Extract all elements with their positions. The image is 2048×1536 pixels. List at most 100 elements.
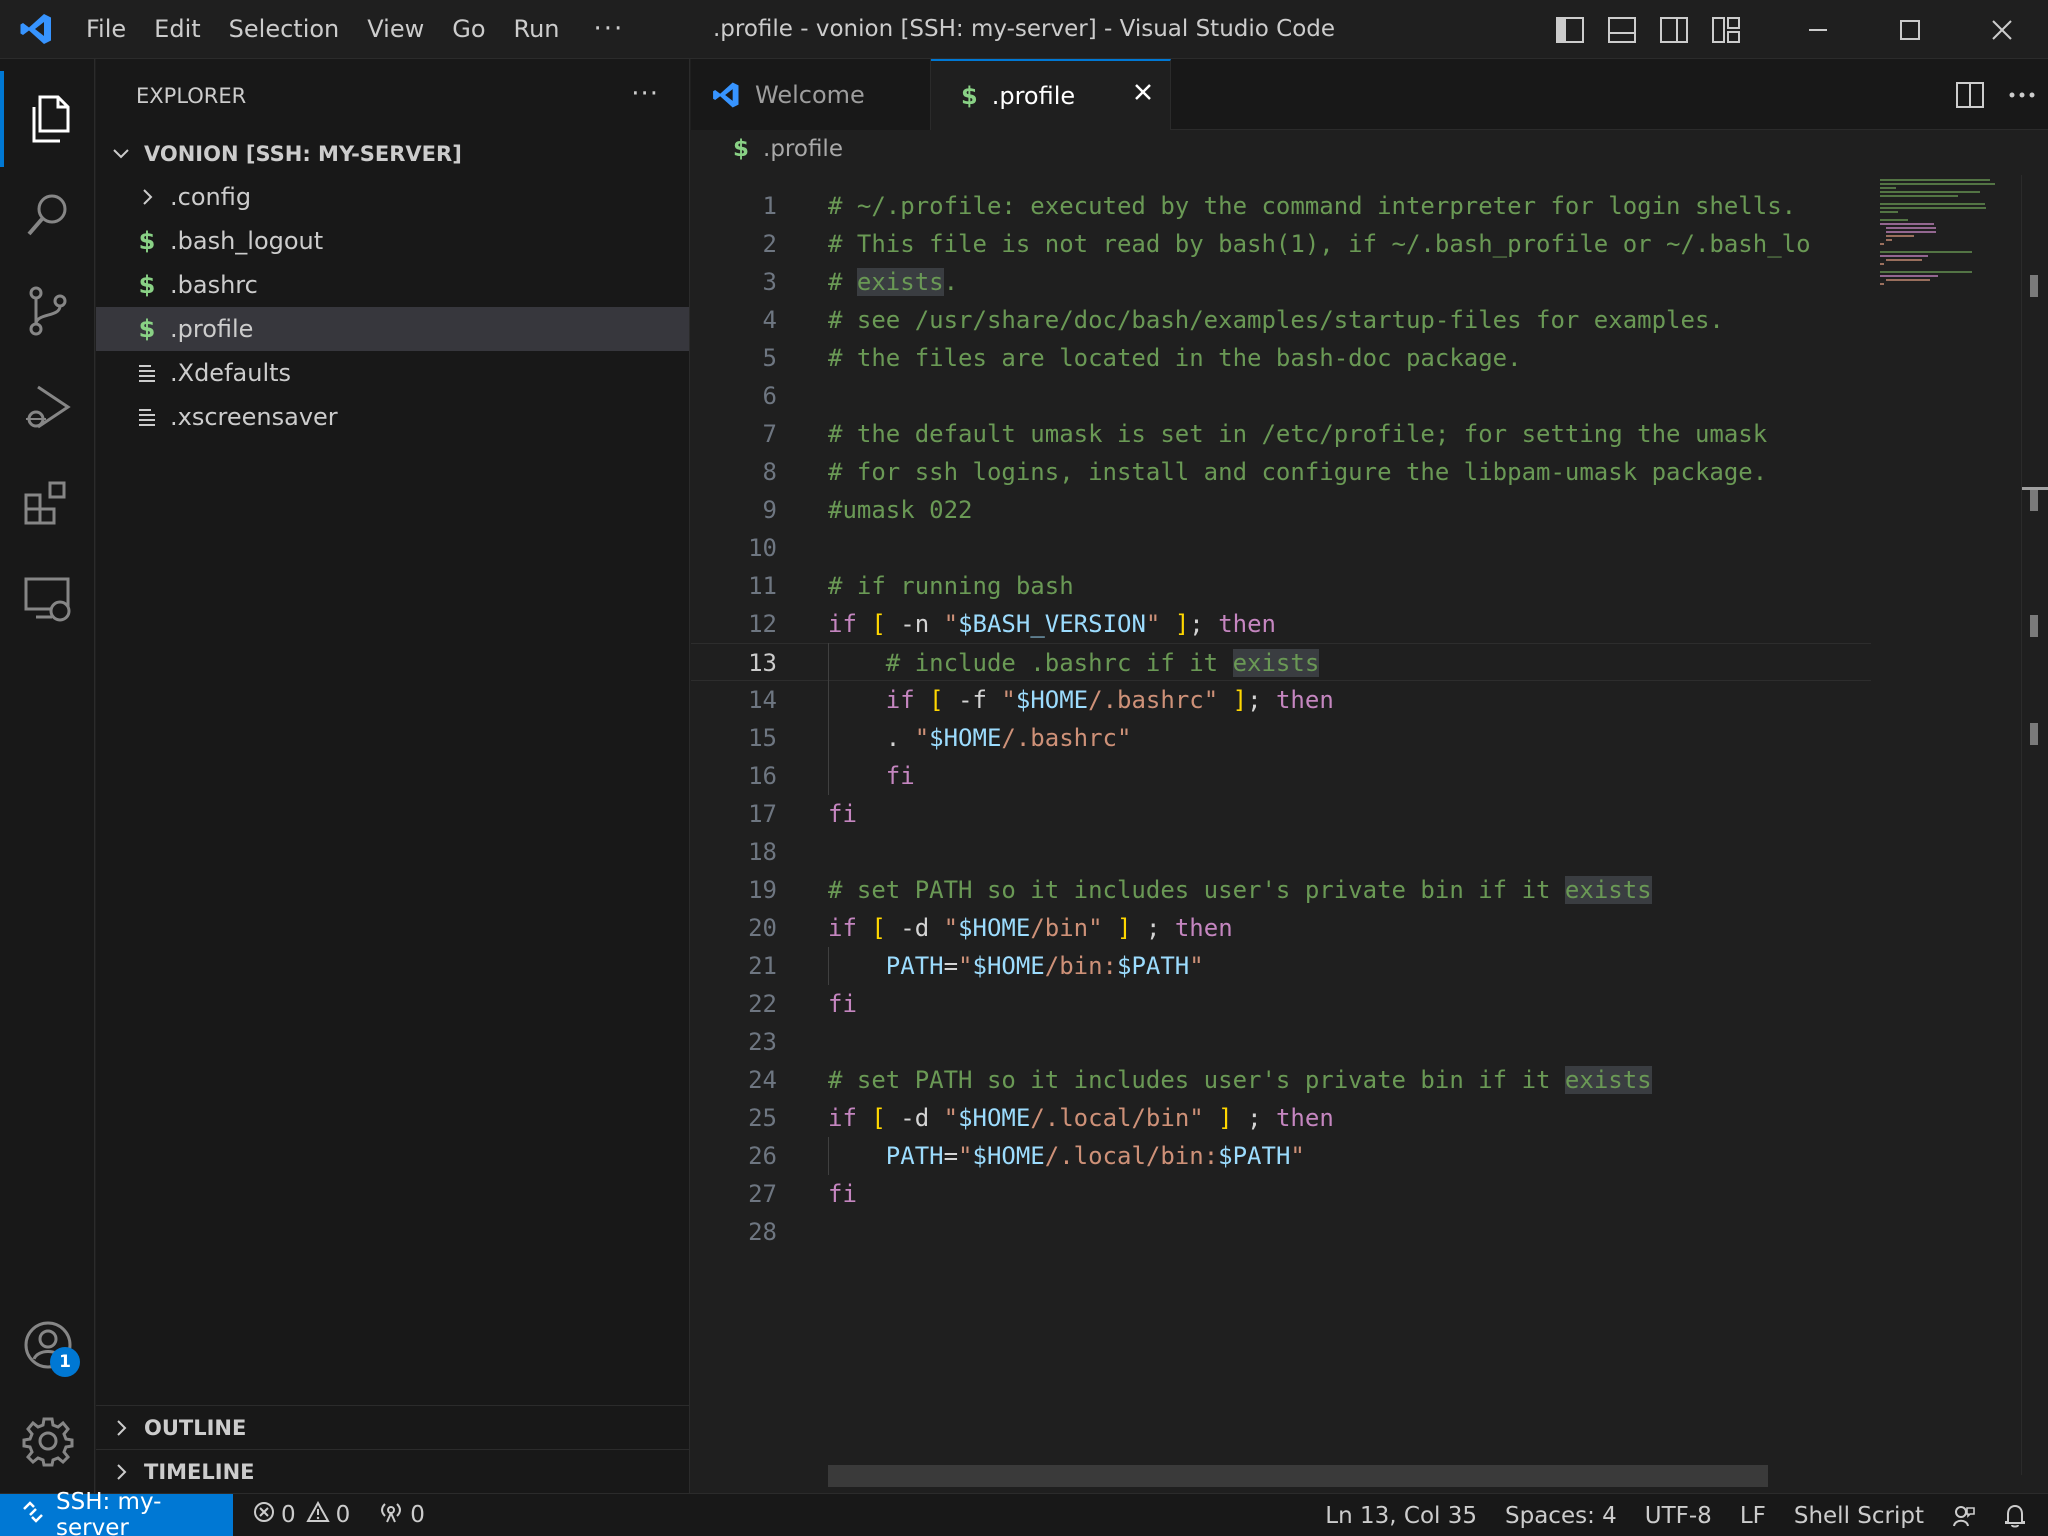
code-line[interactable]: 28 bbox=[691, 1213, 1871, 1251]
split-editor-icon[interactable] bbox=[1944, 81, 1996, 108]
minimize-icon[interactable] bbox=[1772, 0, 1864, 59]
code-line[interactable]: 10 bbox=[691, 529, 1871, 567]
toggle-primary-sidebar-icon[interactable] bbox=[1544, 0, 1596, 59]
tab-welcome[interactable]: Welcome bbox=[691, 59, 931, 130]
code-line[interactable]: 6 bbox=[691, 377, 1871, 415]
code-text: fi bbox=[828, 1180, 857, 1208]
shell-file-icon: $ bbox=[733, 136, 750, 162]
vertical-scrollbar[interactable] bbox=[2021, 175, 2048, 1475]
settings-gear-icon[interactable] bbox=[0, 1393, 95, 1489]
code-line[interactable]: 7 # the default umask is set in /etc/prof… bbox=[691, 415, 1871, 453]
toggle-panel-icon[interactable] bbox=[1596, 0, 1648, 59]
line-number: 23 bbox=[748, 1028, 777, 1056]
close-icon[interactable] bbox=[1132, 81, 1154, 109]
tree-item-bash-logout[interactable]: $ .bash_logout bbox=[96, 219, 689, 263]
outline-section[interactable]: OUTLINE bbox=[96, 1405, 690, 1449]
problems-indicator[interactable]: 0 0 bbox=[239, 1494, 364, 1536]
horizontal-scrollbar[interactable] bbox=[828, 1465, 1768, 1487]
customize-layout-icon[interactable] bbox=[1700, 0, 1752, 59]
more-actions-icon[interactable] bbox=[1996, 91, 2048, 99]
error-count: 0 bbox=[281, 1502, 296, 1528]
code-text: # This file is not read by bash(1), if ~… bbox=[828, 230, 1811, 258]
code-line[interactable]: 5 # the files are located in the bash-doc… bbox=[691, 339, 1871, 377]
code-line[interactable]: 11 # if running bash bbox=[691, 567, 1871, 605]
code-editor[interactable]: 1 # ~/.profile: executed by the command i… bbox=[691, 175, 1871, 1485]
code-line[interactable]: 15 . "$HOME/.bashrc" bbox=[691, 719, 1871, 757]
code-line[interactable]: 18 bbox=[691, 833, 1871, 871]
remote-indicator[interactable]: SSH: my-server bbox=[0, 1489, 233, 1536]
code-line[interactable]: 4 # see /usr/share/doc/bash/examples/star… bbox=[691, 301, 1871, 339]
cursor-position[interactable]: Ln 13, Col 35 bbox=[1311, 1494, 1491, 1536]
indentation[interactable]: Spaces: 4 bbox=[1491, 1494, 1631, 1536]
code-line[interactable]: 27 fi bbox=[691, 1175, 1871, 1213]
folder-header[interactable]: VONION [SSH: MY-SERVER] bbox=[96, 133, 689, 175]
code-text: # if running bash bbox=[828, 572, 1074, 600]
line-number: 13 bbox=[748, 649, 777, 677]
line-number: 17 bbox=[748, 800, 777, 828]
source-control-icon[interactable] bbox=[0, 263, 95, 359]
line-number: 18 bbox=[748, 838, 777, 866]
chevron-down-icon bbox=[106, 145, 136, 163]
code-line[interactable]: 21 PATH="$HOME/bin:$PATH" bbox=[691, 947, 1871, 985]
code-line[interactable]: 23 bbox=[691, 1023, 1871, 1061]
language-mode[interactable]: Shell Script bbox=[1780, 1494, 1938, 1536]
tree-item-profile[interactable]: $ .profile bbox=[96, 307, 689, 351]
tree-item-label: .xscreensaver bbox=[170, 403, 338, 431]
code-line[interactable]: 2 # This file is not read by bash(1), if … bbox=[691, 225, 1871, 263]
editor-group: Welcome $ .profile $ .profile 1 # ~/.prof… bbox=[691, 59, 2048, 1493]
code-line[interactable]: 9 #umask 022 bbox=[691, 491, 1871, 529]
explorer-icon[interactable] bbox=[0, 71, 95, 167]
breadcrumb-file: .profile bbox=[763, 136, 843, 162]
window-title: .profile - vonion [SSH: my-server] - Vis… bbox=[712, 16, 1336, 42]
code-line[interactable]: 12 if [ -n "$BASH_VERSION" ]; then bbox=[691, 605, 1871, 643]
code-line[interactable]: 25 if [ -d "$HOME/.local/bin" ] ; then bbox=[691, 1099, 1871, 1137]
remote-explorer-icon[interactable] bbox=[0, 551, 95, 647]
menu-file[interactable]: File bbox=[72, 0, 140, 59]
code-line[interactable]: 1 # ~/.profile: executed by the command i… bbox=[691, 187, 1871, 225]
end-of-line[interactable]: LF bbox=[1726, 1494, 1780, 1536]
code-line[interactable]: 17 fi bbox=[691, 795, 1871, 833]
code-line[interactable]: 24 # set PATH so it includes user's priva… bbox=[691, 1061, 1871, 1099]
breadcrumb[interactable]: $ .profile bbox=[691, 130, 2048, 168]
line-number: 14 bbox=[748, 686, 777, 714]
timeline-section[interactable]: TIMELINE bbox=[96, 1449, 690, 1493]
menu-edit[interactable]: Edit bbox=[140, 0, 214, 59]
code-line[interactable]: 22 fi bbox=[691, 985, 1871, 1023]
line-number: 4 bbox=[762, 306, 777, 334]
tab-profile[interactable]: $ .profile bbox=[931, 59, 1171, 130]
notifications-bell-icon[interactable] bbox=[1990, 1494, 2048, 1536]
sidebar-more-actions[interactable]: ··· bbox=[631, 79, 659, 109]
minimap[interactable] bbox=[1876, 175, 2016, 295]
run-debug-icon[interactable] bbox=[0, 359, 95, 455]
menu-view[interactable]: View bbox=[353, 0, 438, 59]
tree-item-bashrc[interactable]: $ .bashrc bbox=[96, 263, 689, 307]
code-line[interactable]: 26 PATH="$HOME/.local/bin:$PATH" bbox=[691, 1137, 1871, 1175]
tree-item-xdefaults[interactable]: .Xdefaults bbox=[96, 351, 689, 395]
tree-item-xscreensaver[interactable]: .xscreensaver bbox=[96, 395, 689, 439]
maximize-icon[interactable] bbox=[1864, 0, 1956, 59]
text-file-icon bbox=[132, 363, 162, 383]
toggle-secondary-sidebar-icon[interactable] bbox=[1648, 0, 1700, 59]
tree-item-config[interactable]: .config bbox=[96, 175, 689, 219]
code-line[interactable]: 16 fi bbox=[691, 757, 1871, 795]
code-line[interactable]: 19 # set PATH so it includes user's priva… bbox=[691, 871, 1871, 909]
close-window-icon[interactable] bbox=[1956, 0, 2048, 59]
accounts-icon[interactable]: 1 bbox=[0, 1297, 95, 1393]
menu-selection[interactable]: Selection bbox=[215, 0, 354, 59]
code-line[interactable]: 3 # exists. bbox=[691, 263, 1871, 301]
menu-go[interactable]: Go bbox=[438, 0, 499, 59]
code-line[interactable]: 8 # for ssh logins, install and configure… bbox=[691, 453, 1871, 491]
search-icon[interactable] bbox=[0, 167, 95, 263]
line-number: 10 bbox=[748, 534, 777, 562]
line-number: 2 bbox=[762, 230, 777, 258]
remote-label: SSH: my-server bbox=[56, 1489, 162, 1536]
code-line[interactable]: 20 if [ -d "$HOME/bin" ] ; then bbox=[691, 909, 1871, 947]
accounts-badge: 1 bbox=[50, 1347, 80, 1377]
extensions-icon[interactable] bbox=[0, 455, 95, 551]
code-line[interactable]: 13 # include .bashrc if it exists bbox=[691, 643, 1871, 681]
code-line[interactable]: 14 if [ -f "$HOME/.bashrc" ]; then bbox=[691, 681, 1871, 719]
feedback-icon[interactable] bbox=[1938, 1494, 1990, 1536]
encoding[interactable]: UTF-8 bbox=[1631, 1494, 1726, 1536]
line-number: 7 bbox=[762, 420, 777, 448]
ports-indicator[interactable]: 0 bbox=[364, 1494, 439, 1536]
